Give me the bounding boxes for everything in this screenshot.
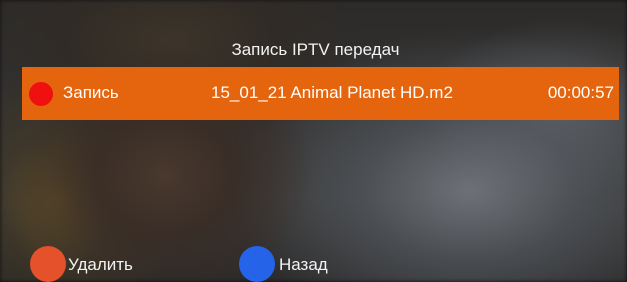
blue-key-icon xyxy=(239,246,275,282)
delete-label: Удалить xyxy=(68,255,133,274)
page-title: Запись IPTV передач xyxy=(231,40,400,59)
recording-file-name: 15_01_21 Animal Planet HD.m2 xyxy=(211,83,453,102)
back-label: Назад xyxy=(279,255,328,274)
recording-list-item[interactable]: Запись 15_01_21 Animal Planet HD.m2 00:0… xyxy=(22,67,619,120)
tv-screen: Запись IPTV передач Запись 15_01_21 Anim… xyxy=(0,0,627,282)
recording-duration: 00:00:57 xyxy=(547,83,614,102)
record-dot-icon xyxy=(29,82,53,106)
back-button[interactable]: Назад xyxy=(239,246,359,282)
delete-button[interactable]: Удалить xyxy=(30,246,170,282)
red-key-icon xyxy=(30,246,66,282)
recording-status-label: Запись xyxy=(63,83,119,102)
